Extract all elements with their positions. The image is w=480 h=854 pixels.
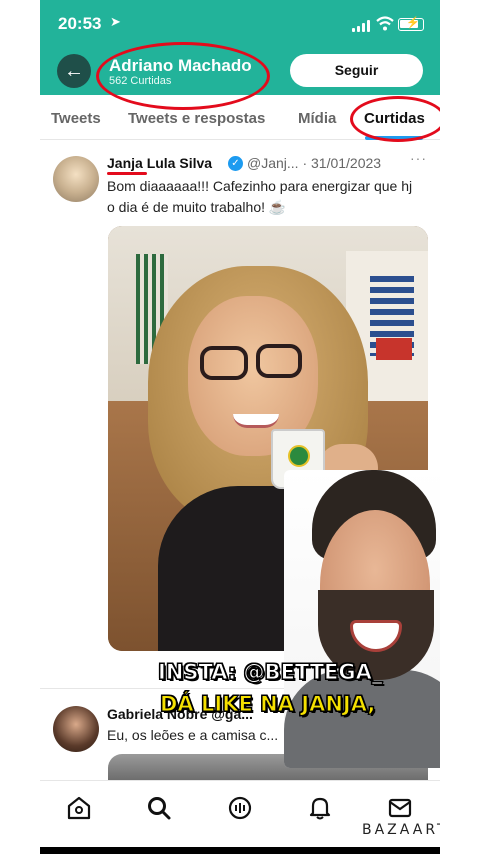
home-icon[interactable] (66, 795, 92, 821)
spaces-icon[interactable] (227, 795, 253, 821)
verified-badge-icon: ✓ (228, 156, 243, 171)
phone-screen: 20:53 ➤ ⚡ ← Adriano Machado 562 Curtidas… (40, 0, 440, 854)
left-letterbox (0, 0, 40, 854)
status-bar: 20:53 ➤ ⚡ (40, 10, 440, 38)
cellular-signal-icon (352, 20, 372, 32)
search-icon[interactable] (146, 795, 172, 821)
home-indicator-bar (40, 847, 440, 854)
avatar[interactable] (53, 156, 99, 202)
red-circle-annotation-tab (350, 96, 440, 142)
caption-line-1: INSTA: @BETTEGA_ (157, 660, 383, 685)
more-options-icon[interactable]: ··· (410, 150, 427, 166)
notifications-icon[interactable] (307, 795, 333, 821)
red-underline-annotation (107, 172, 147, 175)
battery-charging-icon: ⚡ (398, 17, 424, 31)
status-time: 20:53 (58, 14, 102, 33)
tweet-text: Bom diaaaaaa!!! Cafezinho para energizar… (107, 178, 413, 215)
bottom-navigation (40, 780, 440, 854)
follow-button[interactable]: Seguir (290, 54, 423, 87)
tweet-handle-date: @Janj... · 31/01/2023 (247, 155, 382, 171)
bazaart-watermark: BAZAART (362, 822, 440, 838)
messages-icon[interactable] (387, 795, 413, 821)
right-letterbox (440, 0, 480, 854)
wifi-icon (376, 16, 394, 31)
location-arrow-icon: ➤ (110, 14, 121, 29)
arrow-left-icon: ← (64, 60, 84, 82)
tab-media[interactable]: Mídia (298, 110, 336, 127)
presenter-video-overlay (284, 470, 440, 768)
tweet-author[interactable]: Janja Lula Silva (107, 155, 212, 171)
tweet-text: Eu, os leões e a camisa c... (107, 727, 279, 743)
back-button[interactable]: ← (57, 54, 91, 88)
avatar[interactable] (53, 706, 99, 752)
tab-tweets-replies[interactable]: Tweets e respostas (128, 110, 265, 127)
tab-tweets[interactable]: Tweets (51, 110, 101, 127)
caption-line-2: DÁ LIKE NA JANJA, (159, 692, 376, 717)
